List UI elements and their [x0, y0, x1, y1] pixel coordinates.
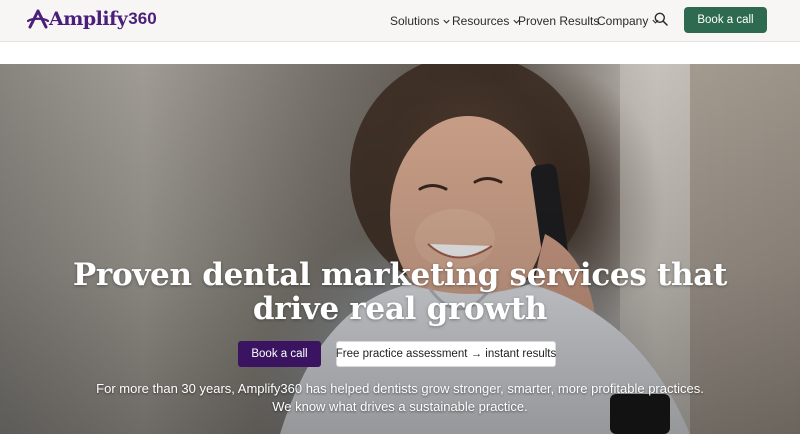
hero-subtitle-line-2: We know what drives a sustainable practi…	[272, 399, 528, 414]
nav-item-resources[interactable]: Resources	[452, 12, 521, 30]
logo-number: 360	[128, 9, 157, 28]
hero-title: Proven dental marketing services that dr…	[60, 258, 740, 326]
free-assessment-button[interactable]: Free practice assessment → instant resul…	[336, 341, 556, 367]
hero-section: Proven dental marketing services that dr…	[0, 64, 800, 434]
nav-item-proven-results[interactable]: Proven Results	[518, 12, 599, 30]
nav-item-company[interactable]: Company	[597, 12, 660, 30]
nav-item-solutions[interactable]: Solutions	[390, 12, 451, 30]
site-header: Amplify 360 Solutions Resources Proven R…	[0, 0, 800, 42]
nav-label: Company	[597, 14, 649, 28]
hero-subtitle-line-1: For more than 30 years, Amplify360 has h…	[96, 381, 704, 396]
logo-text: Amplify	[49, 8, 128, 30]
hero-title-line-1: Proven dental marketing services that	[72, 257, 728, 293]
hero-title-line-2: drive real growth	[252, 291, 548, 327]
chevron-down-icon	[443, 19, 450, 24]
book-a-call-button[interactable]: Book a call	[684, 7, 767, 33]
nav-label: Proven Results	[518, 14, 600, 28]
nav-label: Solutions	[390, 14, 440, 28]
nav-label: Resources	[452, 14, 510, 28]
logo-mark-icon	[27, 9, 49, 29]
search-icon[interactable]	[654, 12, 668, 26]
hero-photo	[280, 64, 800, 434]
hero-subtitle: For more than 30 years, Amplify360 has h…	[60, 380, 740, 416]
hero-book-a-call-button[interactable]: Book a call	[238, 341, 321, 367]
amplify360-logo[interactable]: Amplify 360	[27, 6, 157, 32]
